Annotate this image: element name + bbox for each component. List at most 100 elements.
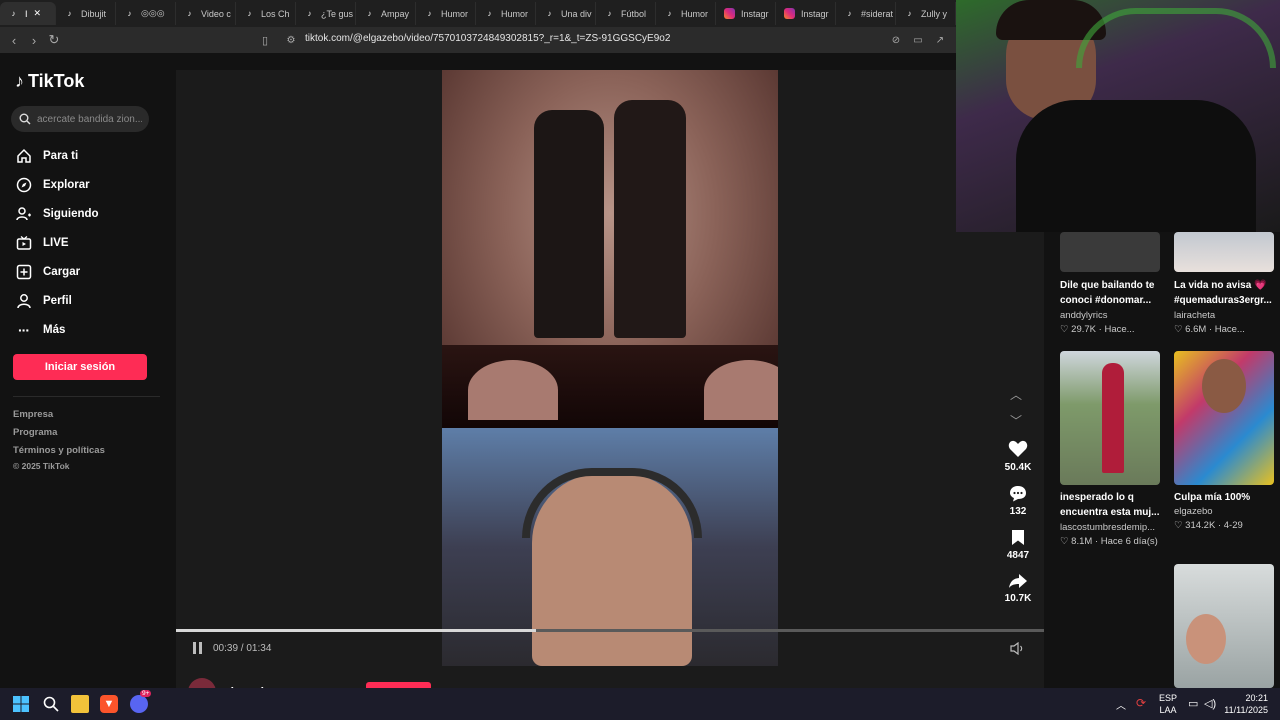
rec-title[interactable]: Culpa mía 100%	[1174, 490, 1278, 505]
previous-video-icon[interactable]: ︿	[1010, 386, 1022, 403]
browser-tab[interactable]: ♪ Humor	[476, 2, 536, 25]
nav-para-ti[interactable]: Para ti	[15, 147, 78, 164]
rec-thumbnail[interactable]	[1174, 232, 1274, 272]
tray-chevron-up-icon[interactable]: ︿	[1116, 697, 1126, 712]
nav-explorar[interactable]: Explorar	[15, 176, 90, 193]
tiktok-logo[interactable]: ♪ TikTok	[15, 71, 84, 92]
rec-thumbnail[interactable]	[1060, 351, 1160, 485]
tab-label: Humor	[681, 8, 709, 19]
footer-link-terminos[interactable]: Términos y políticas	[13, 445, 105, 456]
tiktok-icon: ♪	[127, 9, 132, 18]
tab-label: Video c	[201, 8, 231, 19]
close-tab-icon[interactable]: ✕	[34, 8, 42, 19]
browser-tab[interactable]: ♪ Zully y	[896, 2, 956, 25]
rec-user[interactable]: lairacheta	[1174, 310, 1278, 321]
share-action[interactable]: 10.7K	[998, 573, 1038, 604]
rec-user[interactable]: lascostumbresdemip...	[1060, 522, 1164, 533]
brave-browser-icon[interactable]: ▼	[100, 695, 118, 713]
tray-app-icon[interactable]: ⟳	[1136, 696, 1146, 710]
tab-label: Ampay	[381, 8, 410, 19]
browser-tab[interactable]: ♪ ◎◎◎	[116, 2, 176, 25]
windows-start-icon[interactable]	[12, 695, 30, 713]
volume-icon[interactable]	[1010, 641, 1026, 660]
rec-user[interactable]: elgazebo	[1174, 506, 1278, 517]
tab-label: I	[25, 8, 28, 19]
forward-arrow-icon[interactable]: ›	[24, 30, 44, 50]
pause-icon[interactable]	[192, 642, 203, 654]
browser-tab[interactable]: ♪ #siderat	[836, 2, 896, 25]
comment-icon	[1010, 486, 1026, 502]
search-box[interactable]	[11, 106, 149, 132]
browser-tab[interactable]: ♪ Fútbol	[596, 2, 656, 25]
network-icon[interactable]: ▭	[1188, 697, 1198, 710]
upload-icon	[15, 263, 32, 280]
webcam-streamer-body	[1016, 100, 1256, 232]
sidebar-divider	[13, 396, 160, 397]
tab-label: Los Ch	[261, 8, 290, 19]
nav-siguiendo[interactable]: Siguiendo	[15, 205, 99, 222]
bookmark-icon[interactable]: ▯	[255, 30, 275, 50]
rec-views: 314.2K	[1185, 520, 1216, 531]
browser-tab[interactable]: ♪ Humor	[416, 2, 476, 25]
tiktok-icon: ♪	[427, 9, 432, 18]
browser-tab[interactable]: ♪ Dibujit	[56, 2, 116, 25]
file-explorer-icon[interactable]	[71, 695, 89, 713]
search-icon[interactable]	[42, 695, 60, 713]
share-icon[interactable]: ↗	[930, 30, 950, 50]
rec-views: 29.7K	[1071, 324, 1096, 335]
back-arrow-icon[interactable]: ‹	[4, 30, 24, 50]
footer-link-empresa[interactable]: Empresa	[13, 409, 53, 420]
login-button[interactable]: Iniciar sesión	[13, 354, 147, 380]
rec-thumbnail[interactable]	[1174, 351, 1274, 485]
taskbar-clock[interactable]: 20:21 11/11/2025	[1222, 692, 1268, 716]
rec-title[interactable]: inesperado lo q encuentra esta muj...	[1060, 490, 1164, 520]
nav-cargar[interactable]: Cargar	[15, 263, 80, 280]
browser-tab[interactable]: ♪ Ampay	[356, 2, 416, 25]
video-progress-bar[interactable]	[176, 629, 1044, 632]
video-player[interactable]	[442, 70, 778, 666]
language-indicator[interactable]: ESP LAA	[1157, 692, 1179, 716]
tiktok-icon: ♪	[907, 9, 912, 18]
rec-thumbnail[interactable]	[1174, 564, 1274, 688]
clock-date: 11/11/2025	[1224, 705, 1268, 715]
video-headphones	[522, 468, 702, 538]
webcam-background-light	[1076, 8, 1276, 68]
search-input[interactable]	[37, 113, 142, 125]
thumb-figure	[1102, 363, 1124, 473]
nav-mas[interactable]: ··· Más	[15, 321, 65, 338]
site-info-icon[interactable]: ⚙	[281, 30, 301, 50]
browser-tab[interactable]: ♪ Humor	[656, 2, 716, 25]
home-icon	[15, 147, 32, 164]
speaker-icon[interactable]: ◁)	[1204, 697, 1216, 710]
browser-tab[interactable]: Instagr	[716, 2, 776, 25]
discord-icon[interactable]: 9+	[130, 690, 152, 713]
rec-time: 4-29	[1223, 520, 1243, 531]
browser-tab[interactable]: Instagr	[776, 2, 836, 25]
browser-tab[interactable]: ♪ Video c	[176, 2, 236, 25]
browser-tab[interactable]: ♪ I ✕	[0, 2, 56, 25]
save-action[interactable]: 4847	[998, 529, 1038, 561]
rec-user[interactable]: anddylyrics	[1060, 310, 1164, 321]
instagram-icon	[784, 8, 795, 19]
next-video-icon[interactable]: ﹀	[1010, 412, 1022, 429]
nav-perfil[interactable]: Perfil	[15, 292, 72, 309]
browser-tab[interactable]: ♪ ¿Te gus	[296, 2, 356, 25]
url-field[interactable]: tiktok.com/@elgazebo/video/7570103724849…	[305, 33, 670, 44]
comment-action[interactable]: 132	[998, 485, 1038, 517]
browser-tab[interactable]: ♪ Una div	[536, 2, 596, 25]
video-upper-scene	[442, 70, 778, 428]
reload-icon[interactable]: ↻	[44, 30, 64, 50]
browser-address-bar: ‹ › ↻ ▯ ⚙ tiktok.com/@elgazebo/video/757…	[0, 27, 956, 53]
tab-label: Instagr	[801, 8, 829, 19]
windows-taskbar: ▼ 9+ ︿ ⟳ ESP LAA ▭ ◁) 20:21 11/11/2025	[0, 688, 1280, 720]
nav-live[interactable]: LIVE	[15, 234, 69, 251]
rec-title[interactable]: La vida no avisa 💗 #quemaduras3ergr...	[1174, 278, 1278, 308]
cast-icon[interactable]: ▭	[908, 30, 928, 50]
browser-tab[interactable]: ♪ Los Ch	[236, 2, 296, 25]
like-action[interactable]: 50.4K	[998, 440, 1038, 473]
rec-thumbnail[interactable]	[1060, 232, 1160, 272]
rec-title[interactable]: Dile que bailando te conoci #donomar...	[1060, 278, 1164, 308]
footer-link-programa[interactable]: Programa	[13, 427, 57, 438]
language-code: ESP	[1158, 693, 1177, 703]
reader-icon[interactable]: ⊘	[886, 30, 906, 50]
